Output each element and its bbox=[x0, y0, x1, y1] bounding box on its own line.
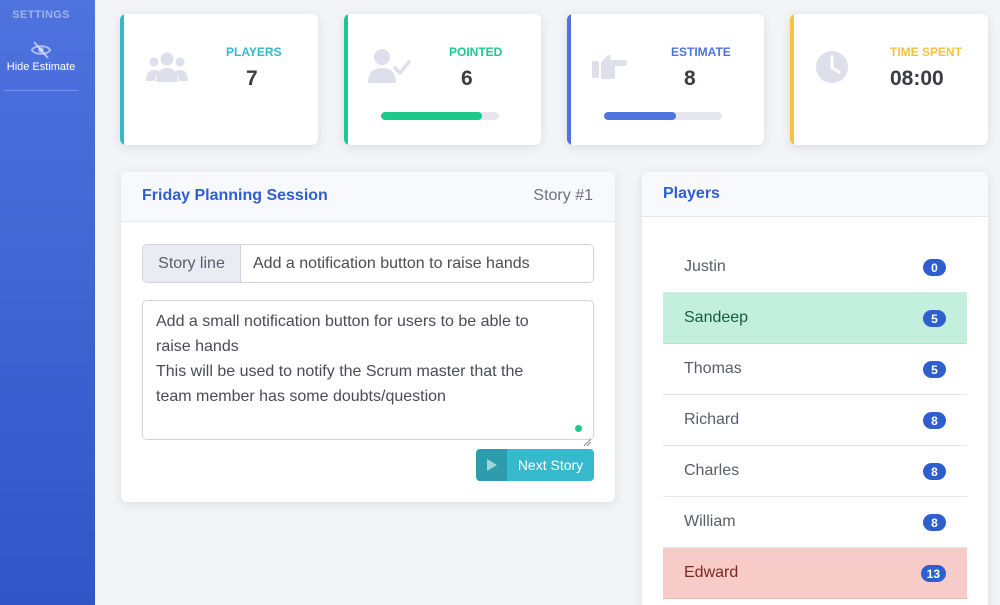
description-line: This will be used to notify the Scrum ma… bbox=[156, 363, 524, 380]
card-accent bbox=[567, 14, 571, 145]
pointed-stat-card: POINTED 6 bbox=[344, 14, 541, 145]
sidebar-item-hide-estimate[interactable]: Hide Estimate bbox=[0, 37, 82, 81]
points-badge: 0 bbox=[923, 259, 946, 276]
player-row[interactable]: Justin 0 bbox=[663, 242, 967, 293]
next-story-button[interactable]: Next Story bbox=[476, 449, 594, 481]
time-spent-label: TIME SPENT bbox=[890, 45, 963, 59]
story-line-label: Story line bbox=[143, 245, 241, 282]
clock-icon bbox=[815, 50, 849, 89]
card-accent bbox=[790, 14, 794, 145]
player-name: Richard bbox=[684, 411, 740, 428]
time-spent-value: 08:00 bbox=[890, 67, 944, 90]
player-name: William bbox=[684, 513, 736, 530]
players-value: 7 bbox=[246, 67, 258, 90]
points-badge: 8 bbox=[923, 412, 946, 429]
points-badge: 5 bbox=[923, 310, 946, 327]
players-panel-header: Players bbox=[642, 172, 988, 217]
story-number: Story #1 bbox=[533, 187, 593, 204]
hand-point-right-icon bbox=[591, 52, 627, 85]
player-name: Sandeep bbox=[684, 309, 749, 326]
card-accent bbox=[120, 14, 124, 145]
progress-fill bbox=[604, 112, 676, 120]
points-badge: 13 bbox=[920, 565, 946, 582]
sidebar-divider bbox=[3, 90, 78, 91]
players-label: PLAYERS bbox=[226, 45, 282, 59]
sidebar: SETTINGS Hide Estimate bbox=[0, 0, 95, 605]
points-badge: 8 bbox=[923, 514, 946, 531]
players-panel: Players Justin 0 Sandeep 5 Thomas 5 Rich… bbox=[642, 172, 988, 605]
player-row[interactable]: Thomas 5 bbox=[663, 344, 967, 395]
pointed-label: POINTED bbox=[449, 45, 503, 59]
estimate-value: 8 bbox=[684, 67, 696, 90]
story-line-input-group: Story line bbox=[142, 244, 594, 283]
player-row[interactable]: William 8 bbox=[663, 497, 967, 548]
time-spent-stat-card: TIME SPENT 08:00 bbox=[790, 14, 988, 145]
description-line: team member has some doubts/question bbox=[156, 388, 446, 405]
play-icon bbox=[476, 449, 507, 481]
resize-grip-icon[interactable] bbox=[583, 429, 592, 447]
session-title: Friday Planning Session bbox=[142, 187, 328, 204]
sidebar-item-label: Hide Estimate bbox=[6, 61, 76, 73]
pointed-value: 6 bbox=[461, 67, 473, 90]
story-description-textarea[interactable]: Add a small notification button for user… bbox=[142, 300, 594, 447]
card-accent bbox=[344, 14, 348, 145]
players-stat-card: PLAYERS 7 bbox=[120, 14, 318, 145]
players-title: Players bbox=[663, 185, 720, 202]
estimate-progress-bar bbox=[604, 112, 722, 120]
status-dot bbox=[575, 425, 582, 432]
points-badge: 8 bbox=[923, 463, 946, 480]
user-check-icon bbox=[367, 48, 411, 89]
player-name: Charles bbox=[684, 462, 740, 479]
session-panel-header: Friday Planning Session Story #1 bbox=[121, 172, 615, 222]
player-row[interactable]: Charles 8 bbox=[663, 446, 967, 497]
estimate-stat-card: ESTIMATE 8 bbox=[567, 14, 764, 145]
player-row[interactable]: Richard 8 bbox=[663, 395, 967, 446]
session-panel: Friday Planning Session Story #1 Story l… bbox=[121, 172, 615, 502]
pointed-progress-bar bbox=[381, 112, 499, 120]
description-line: Add a small notification button for user… bbox=[156, 313, 529, 330]
player-name: Justin bbox=[684, 258, 726, 275]
story-line-input[interactable] bbox=[241, 245, 593, 282]
estimate-label: ESTIMATE bbox=[671, 45, 731, 59]
points-badge: 5 bbox=[923, 361, 946, 378]
description-line: raise hands bbox=[156, 338, 239, 355]
next-story-label: Next Story bbox=[517, 457, 584, 473]
player-name: Thomas bbox=[684, 360, 742, 377]
eye-slash-icon bbox=[0, 37, 82, 59]
players-list: Justin 0 Sandeep 5 Thomas 5 Richard 8 Ch… bbox=[663, 242, 967, 599]
progress-fill bbox=[381, 112, 483, 120]
player-row[interactable]: Sandeep 5 bbox=[663, 293, 967, 344]
users-icon bbox=[145, 51, 189, 88]
sidebar-heading: SETTINGS bbox=[12, 9, 70, 21]
player-name: Edward bbox=[684, 564, 739, 581]
player-row[interactable]: Edward 13 bbox=[663, 548, 967, 599]
